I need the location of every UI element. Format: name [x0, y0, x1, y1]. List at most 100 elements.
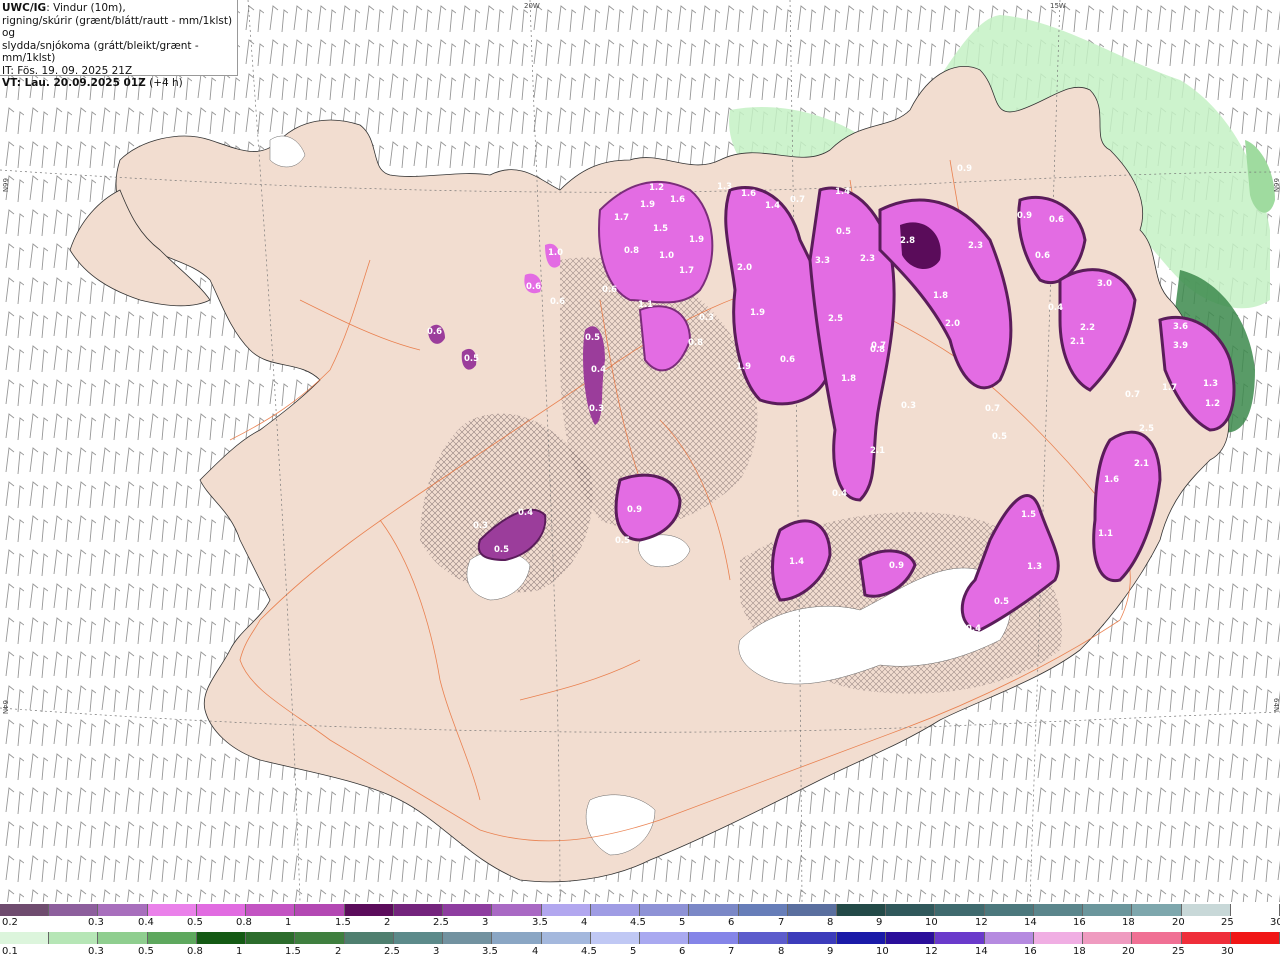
legend-label: 8 [778, 946, 785, 957]
legend-swatch [541, 904, 591, 916]
precip-label: 1.9 [640, 200, 655, 210]
precip-label: 1.3 [1027, 562, 1042, 572]
precip-label: 1.5 [1021, 510, 1036, 520]
precip-label: 3.0 [1097, 279, 1112, 289]
legend-label: 3.5 [482, 946, 498, 957]
legend-label: 20 [1172, 917, 1185, 928]
precip-label: 2.1 [870, 446, 885, 456]
legend-label: 2.5 [384, 946, 400, 957]
legend-label: 8 [827, 917, 834, 928]
lat-label-66n-right: 66N [1272, 178, 1280, 192]
precip-label: 1.7 [679, 266, 694, 276]
legend-rain-bar [0, 932, 1280, 944]
legend-label: 20 [1122, 946, 1135, 957]
lon-label-20w: 20W [524, 2, 540, 10]
legend-label: 4.5 [630, 917, 646, 928]
legend-swatch [640, 904, 690, 916]
legend-label: 0.2 [2, 917, 18, 928]
valid-time-line: VT: Lau. 20.09.2025 01Z (+4 h) [2, 77, 235, 90]
legend-snow-bar [0, 904, 1280, 916]
legend-swatch [1033, 932, 1084, 944]
legend-swatch [295, 932, 345, 944]
legend-label: 9 [827, 946, 834, 957]
legend-swatch [393, 904, 444, 916]
precip-label: 1.4 [835, 187, 850, 197]
precip-label: 0.7 [985, 404, 1000, 414]
precip-label: 2.3 [860, 254, 875, 264]
legend-label: 14 [975, 946, 988, 957]
precip-label: 0.5 [494, 545, 509, 555]
lon-label-15w: 15W [1050, 2, 1066, 10]
legend-label: 0.8 [236, 917, 252, 928]
precip-label: 0.5 [836, 227, 851, 237]
legend-swatch [836, 932, 887, 944]
legend-label: 3 [433, 946, 440, 957]
initial-time: IT: Fös. 19. 09. 2025 21Z [2, 64, 133, 77]
legend-label: 30 [1221, 946, 1234, 957]
precip-label: 0.5 [994, 597, 1009, 607]
legend-label: 5 [679, 917, 686, 928]
legend-swatch [1132, 932, 1182, 944]
legend-swatch [689, 932, 739, 944]
legend-label: 0.8 [187, 946, 203, 957]
legend-swatch [49, 932, 99, 944]
precip-label: 1.9 [736, 362, 751, 372]
legend-swatch [98, 932, 148, 944]
legend-swatch [935, 904, 985, 916]
legend-swatch [541, 932, 591, 944]
precip-label: 0.6 [780, 355, 795, 365]
weather-map: 1.2 1.7 1.9 1.6 1.5 0.8 1.0 1.9 1.7 1.1 … [0, 0, 1280, 902]
legend-swatch [196, 904, 247, 916]
legend-label: 0.5 [187, 917, 203, 928]
precip-label: 3.9 [1173, 341, 1188, 351]
precip-label: 0.5 [464, 354, 479, 364]
precip-label: 2.5 [1139, 424, 1154, 434]
precip-label: 2.8 [900, 236, 915, 246]
legend-label: 3 [482, 917, 489, 928]
precip-label: 2.2 [1080, 323, 1095, 333]
precip-label: 0.3 [901, 401, 916, 411]
legend-label: 18 [1073, 946, 1086, 957]
precip-label: 2.1 [1134, 459, 1149, 469]
legend-swatch [640, 932, 690, 944]
precip-label: 2.0 [945, 319, 960, 329]
legend-label: 10 [876, 946, 889, 957]
legend-label: 0.4 [138, 917, 154, 928]
legend-swatch [1181, 904, 1231, 916]
legend-swatch [1181, 932, 1231, 944]
legend-swatch [590, 932, 641, 944]
legend-swatch [984, 904, 1034, 916]
legend-label: 16 [1024, 946, 1037, 957]
precip-label: 0.9 [1017, 211, 1032, 221]
legend-snow-labels: 0.2 0.3 0.4 0.5 0.8 1 1.5 2 2.5 3 3.5 4 4.5 5 6 7 8 9 10 12… [0, 917, 1280, 929]
legend-label: 2.5 [433, 917, 449, 928]
valid-time: VT: Lau. 20.09.2025 01Z [2, 77, 146, 89]
precip-label: 1.8 [841, 374, 856, 384]
lat-label-64n-right: 64N [1272, 698, 1280, 712]
legend-swatch [49, 904, 99, 916]
legend-label: 1 [236, 946, 243, 957]
precip-label: 1.6 [670, 195, 685, 205]
title-line-1: UWC/IG: Vindur (10m), [2, 2, 235, 15]
legend-swatch [1083, 932, 1133, 944]
title-line-3: slydda/snjókoma (grátt/bleikt/grænt - mm… [2, 39, 199, 65]
legend-label: 18 [1122, 917, 1135, 928]
precip-label: 1.2 [1205, 399, 1220, 409]
precip-label: 0.5 [585, 333, 600, 343]
precip-label: 1.5 [653, 224, 668, 234]
precip-label: 1.1 [1098, 529, 1113, 539]
precip-label: 1.4 [765, 201, 780, 211]
forecast-offset: (+4 h) [145, 77, 183, 89]
legend-label: 2 [335, 946, 342, 957]
precip-label: 0.6 [526, 282, 541, 292]
legend-swatch [738, 932, 788, 944]
legend-swatch [787, 932, 837, 944]
legend-swatch [984, 932, 1034, 944]
precip-label: 0.5 [615, 536, 630, 546]
legend-label: 4.5 [581, 946, 597, 957]
legend-swatch [886, 932, 936, 944]
legend-swatch [1132, 904, 1182, 916]
legend-swatch [492, 932, 542, 944]
legend-label: 4 [532, 946, 539, 957]
legend-label: 0.5 [138, 946, 154, 957]
